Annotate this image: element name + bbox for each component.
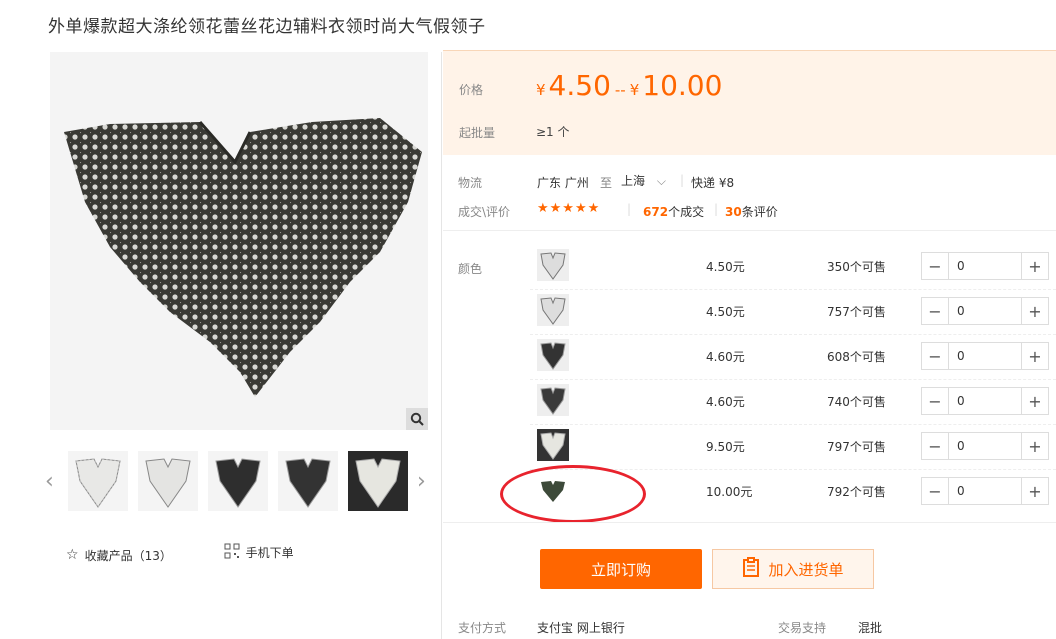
- quantity-stepper: − 0 +: [921, 387, 1049, 415]
- payment-methods: 支付宝 网上银行: [537, 621, 625, 635]
- sku-price: 10.00元: [706, 485, 753, 499]
- minus-icon[interactable]: −: [922, 433, 948, 459]
- payment-label: 支付方式: [458, 621, 507, 635]
- sku-stock: 797个可售: [827, 440, 886, 454]
- sku-swatch[interactable]: [537, 294, 569, 326]
- quantity-stepper: − 0 +: [921, 297, 1049, 325]
- sku-stock: 608个可售: [827, 350, 886, 364]
- quantity-input[interactable]: 0: [948, 253, 1022, 279]
- quantity-stepper: − 0 +: [921, 342, 1049, 370]
- express-fee: 快递 ¥8: [691, 176, 735, 190]
- minus-icon[interactable]: −: [922, 388, 948, 414]
- thumbnail-5[interactable]: [348, 451, 408, 511]
- deal-count[interactable]: 672个成交: [643, 203, 704, 220]
- sku-row: 4.50元 350个可售 − 0 +: [530, 244, 1056, 290]
- thumbnail-3[interactable]: [208, 451, 268, 511]
- min-order-label: 起批量: [459, 126, 496, 140]
- logistics-label: 物流: [458, 176, 483, 190]
- minus-icon[interactable]: −: [922, 298, 948, 324]
- sku-row: 4.60元 608个可售 − 0 +: [530, 334, 1056, 380]
- sku-price: 4.60元: [706, 350, 745, 364]
- minus-icon[interactable]: −: [922, 253, 948, 279]
- sku-price: 4.50元: [706, 305, 745, 319]
- price-low: 4.50: [548, 69, 611, 102]
- clipboard-icon: [742, 557, 760, 581]
- product-title: 外单爆款超大涤纶领花蕾丝花边辅料衣领时尚大气假领子: [48, 17, 486, 37]
- thumbnail-1[interactable]: [68, 451, 128, 511]
- plus-icon[interactable]: +: [1022, 253, 1048, 279]
- color-label: 颜色: [458, 262, 483, 276]
- sku-stock: 792个可售: [827, 485, 886, 499]
- thumbnail-4[interactable]: [278, 451, 338, 511]
- sku-row: 4.50元 757个可售 − 0 +: [530, 289, 1056, 335]
- divider: |: [627, 202, 632, 216]
- price-high: 10.00: [642, 69, 723, 102]
- min-order-value: ≥1 个: [536, 125, 570, 139]
- section-divider: [443, 230, 1056, 231]
- quantity-input[interactable]: 0: [948, 433, 1022, 459]
- sku-stock: 740个可售: [827, 395, 886, 409]
- prev-arrow-icon[interactable]: ‹: [45, 469, 54, 494]
- price-label: 价格: [459, 83, 484, 97]
- divider: |: [680, 173, 685, 187]
- logistics-to-word: 至: [600, 176, 613, 190]
- plus-icon[interactable]: +: [1022, 433, 1048, 459]
- buy-now-button[interactable]: 立即订购: [540, 549, 702, 589]
- plus-icon[interactable]: +: [1022, 388, 1048, 414]
- add-to-cart-button[interactable]: 加入进货单: [712, 549, 874, 589]
- thumbnail-2[interactable]: [138, 451, 198, 511]
- trade-support-label: 交易支持: [778, 621, 827, 635]
- star-outline-icon: ☆: [66, 547, 79, 563]
- quantity-input[interactable]: 0: [948, 478, 1022, 504]
- section-divider: [443, 522, 1056, 523]
- sku-stock: 757个可售: [827, 305, 886, 319]
- quantity-stepper: − 0 +: [921, 252, 1049, 280]
- quantity-input[interactable]: 0: [948, 343, 1022, 369]
- sku-row: 4.60元 740个可售 − 0 +: [530, 379, 1056, 425]
- lace-collar-image: [64, 118, 422, 397]
- price-box: 价格 ¥ 4.50 -- ¥ 10.00 起批量 ≥1 个: [443, 50, 1056, 155]
- sku-stock: 350个可售: [827, 260, 886, 274]
- sku-swatch[interactable]: [537, 339, 569, 371]
- chevron-down-icon: ⌵: [656, 174, 666, 188]
- thumbnail-strip: ‹ ›: [45, 451, 435, 513]
- minus-icon[interactable]: −: [922, 343, 948, 369]
- quantity-stepper: − 0 +: [921, 477, 1049, 505]
- next-arrow-icon[interactable]: ›: [417, 469, 426, 494]
- price-range: ¥ 4.50 -- ¥ 10.00: [536, 69, 723, 102]
- sku-swatch[interactable]: [537, 384, 569, 416]
- rating-stars-icon: ★★★★★: [537, 201, 601, 216]
- divider: |: [714, 202, 719, 216]
- column-divider: [441, 52, 442, 639]
- mobile-order-button[interactable]: 手机下单: [224, 543, 294, 562]
- quantity-input[interactable]: 0: [948, 298, 1022, 324]
- logistics-destination-select[interactable]: 上海 ⌵: [621, 172, 666, 189]
- sku-row: 9.50元 797个可售 − 0 +: [530, 424, 1056, 470]
- sku-price: 4.60元: [706, 395, 745, 409]
- trade-support-value: 混批: [858, 621, 883, 635]
- plus-icon[interactable]: +: [1022, 298, 1048, 324]
- red-annotation-circle: [500, 465, 646, 523]
- plus-icon[interactable]: +: [1022, 343, 1048, 369]
- sku-price: 9.50元: [706, 440, 745, 454]
- logistics-from: 广东 广州: [537, 176, 589, 190]
- sku-swatch[interactable]: [537, 249, 569, 281]
- zoom-icon[interactable]: [406, 408, 428, 430]
- sku-price: 4.50元: [706, 260, 745, 274]
- quantity-input[interactable]: 0: [948, 388, 1022, 414]
- qr-code-icon: [224, 543, 240, 562]
- favorite-button[interactable]: ☆ 收藏产品（13）: [66, 547, 172, 564]
- review-count[interactable]: 30条评价: [725, 203, 778, 220]
- quantity-stepper: − 0 +: [921, 432, 1049, 460]
- plus-icon[interactable]: +: [1022, 478, 1048, 504]
- deals-label: 成交\评价: [458, 205, 511, 219]
- main-product-image[interactable]: [50, 52, 428, 430]
- product-actions: ☆ 收藏产品（13） 手机下单: [66, 543, 342, 564]
- minus-icon[interactable]: −: [922, 478, 948, 504]
- sku-swatch[interactable]: [537, 429, 569, 461]
